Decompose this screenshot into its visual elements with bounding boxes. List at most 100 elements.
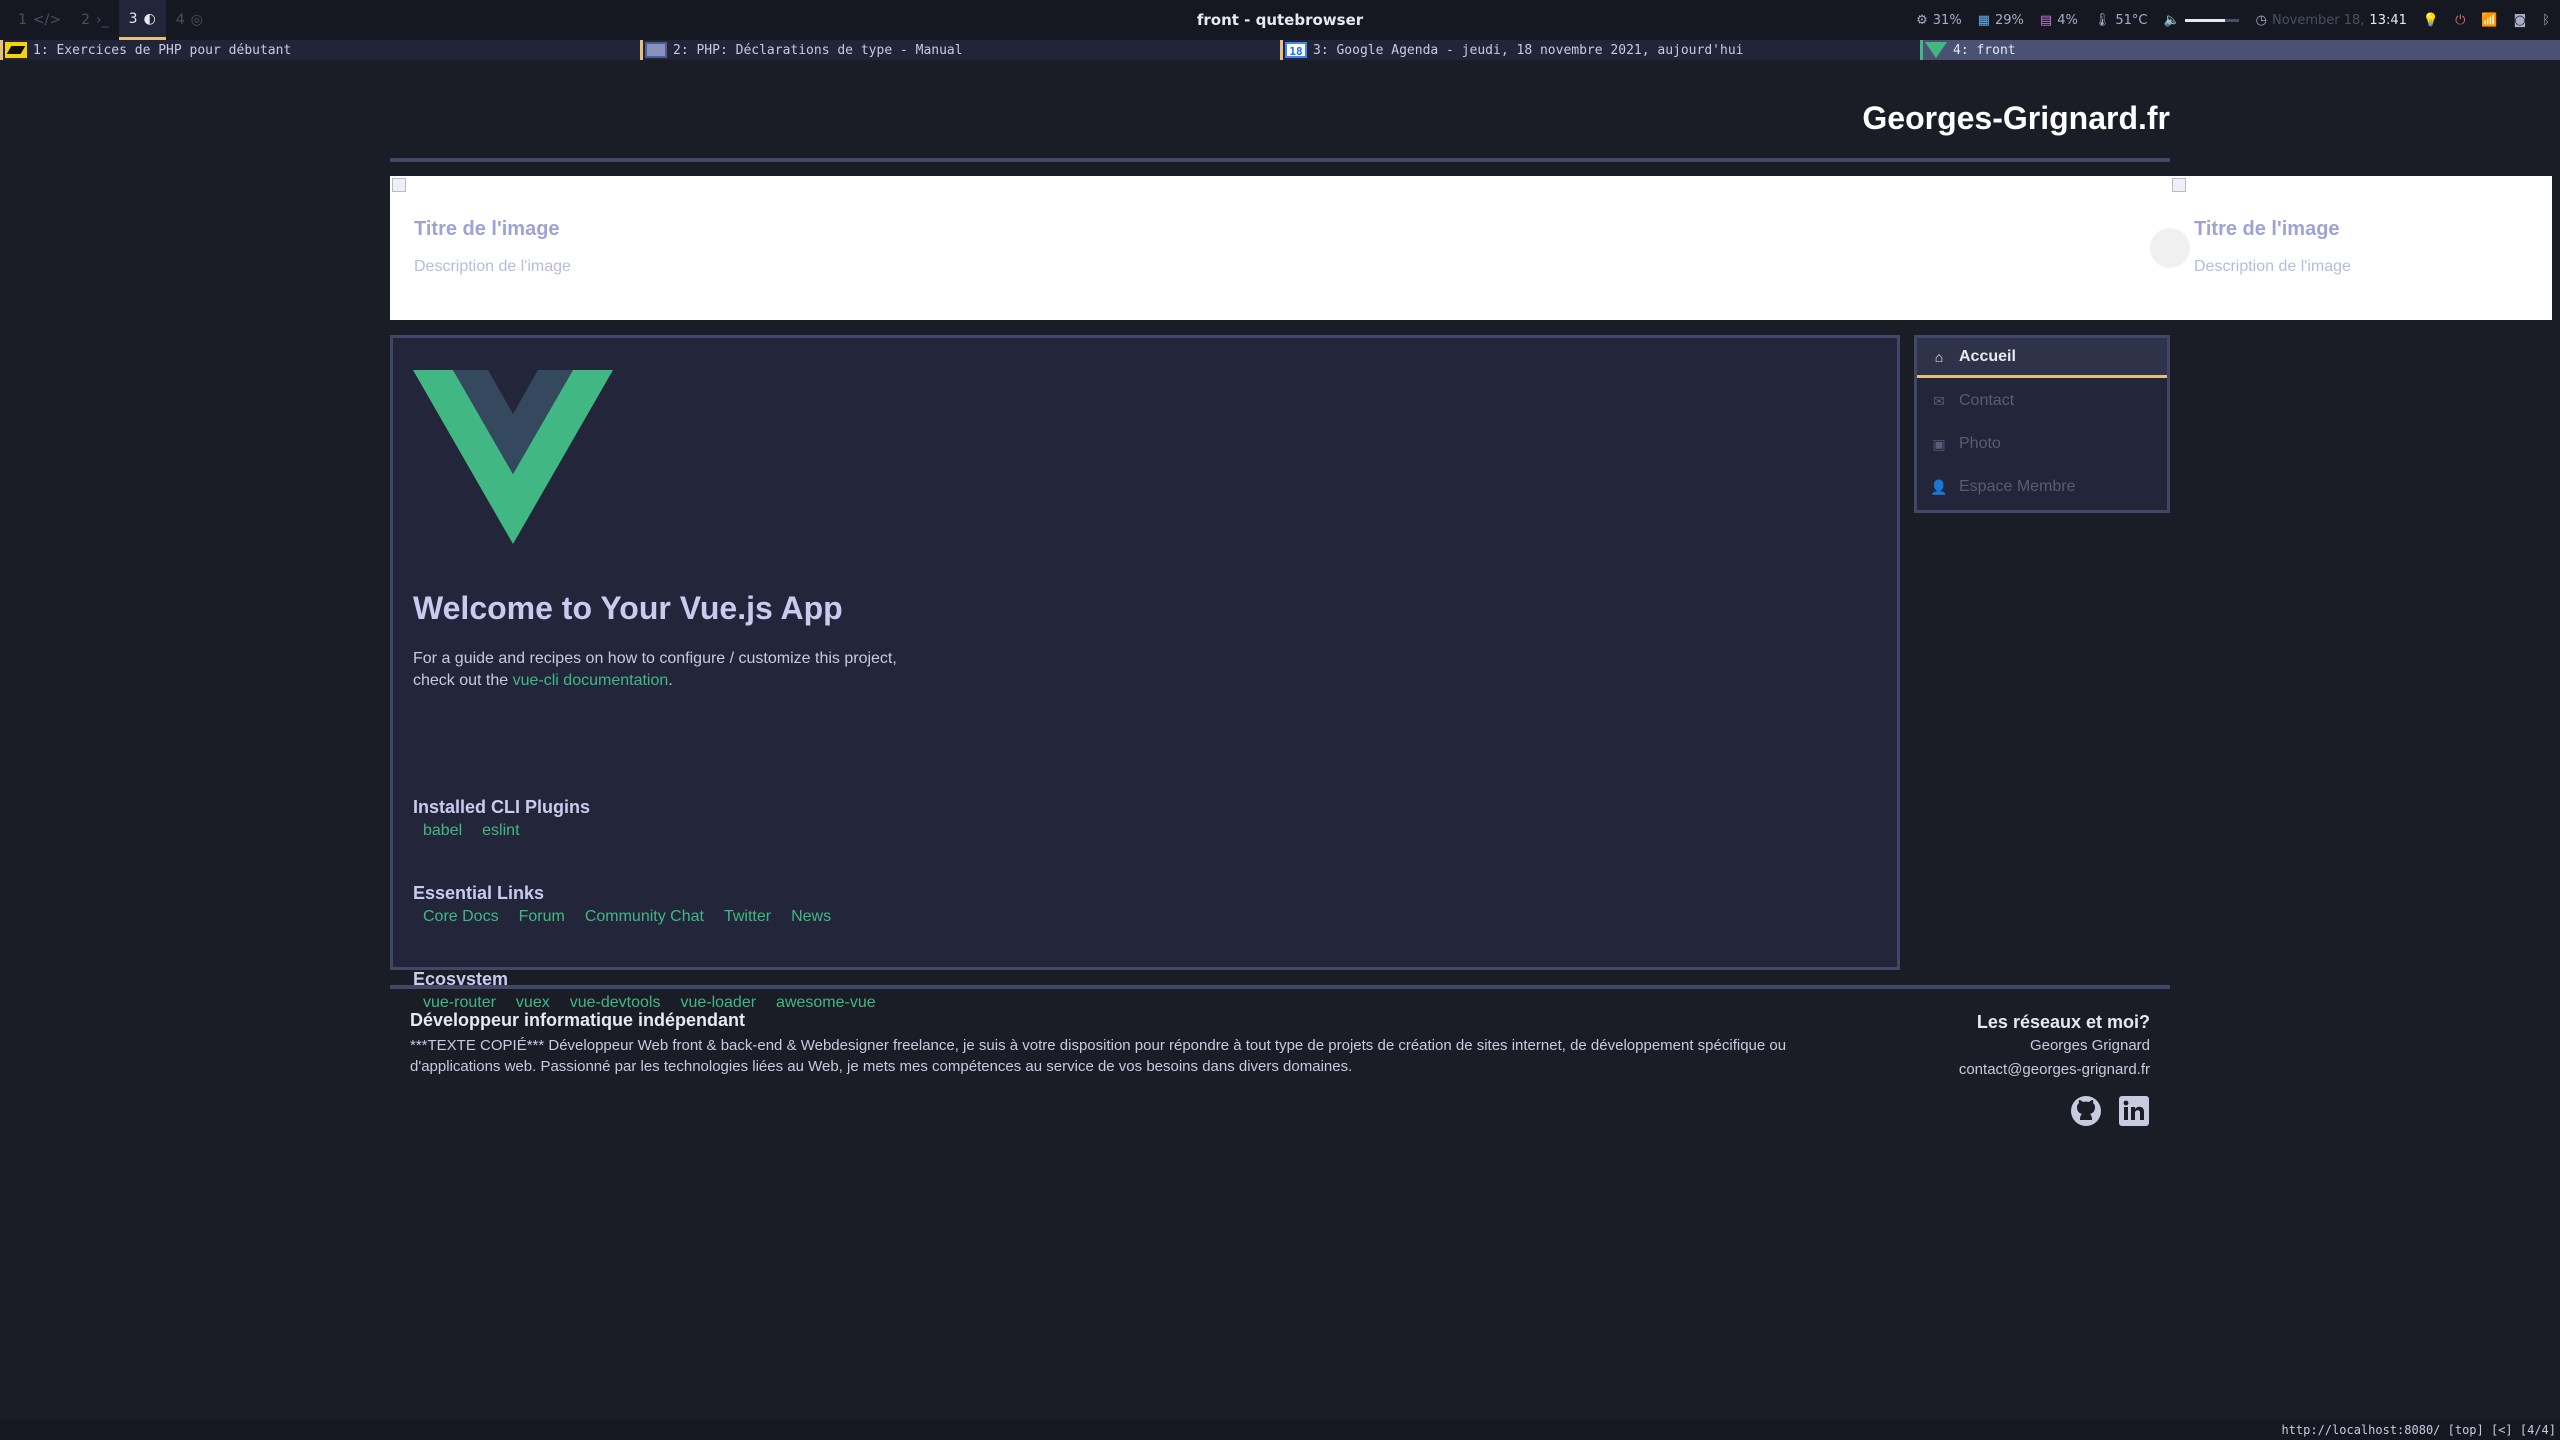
nav-item-accueil[interactable]: ⌂ Accueil <box>1917 338 2167 378</box>
nav-item-label: Accueil <box>1959 347 2016 365</box>
activity-icon[interactable]: 📶 <box>2481 13 2497 28</box>
workspace-2[interactable]: 2 ›_ <box>71 0 119 40</box>
tab-title: 3: Google Agenda - jeudi, 18 novembre 20… <box>1313 42 1744 58</box>
footer-name: Georges Grignard <box>2029 1037 2150 1054</box>
essential-links-list: Core Docs Forum Community Chat Twitter N… <box>423 908 831 926</box>
plugins-heading: Installed CLI Plugins <box>413 797 591 817</box>
footer-divider <box>390 985 2170 989</box>
power-icon[interactable]: ⏻ <box>2455 13 2465 28</box>
disk-icon: ▤ <box>2039 12 2053 28</box>
tab-title: 4: front <box>1953 42 2016 58</box>
broken-image-icon <box>2172 178 2186 192</box>
nav-item-contact[interactable]: ✉ Contact <box>1917 381 2167 421</box>
disk-value: 4% <box>2057 12 2078 28</box>
vue-logo-icon <box>413 370 613 544</box>
vue-cli-docs-link[interactable]: vue-cli documentation <box>513 672 669 689</box>
github-icon[interactable] <box>2070 1095 2102 1127</box>
twitter-link[interactable]: Twitter <box>724 908 771 926</box>
footer-about-title: Développeur informatique indépendant <box>410 1010 746 1030</box>
clock: ◷ November 18, 13:41 <box>2256 13 2407 28</box>
calendar-favicon-icon: 18 <box>1285 42 1307 58</box>
carousel-next-button[interactable] <box>2150 228 2190 268</box>
forum-link[interactable]: Forum <box>519 908 565 926</box>
workspace-number: 2 <box>81 12 91 28</box>
social-links <box>2070 1095 2150 1127</box>
news-link[interactable]: News <box>791 908 831 926</box>
cpu-status: ⚙ 31% <box>1916 13 1962 28</box>
broken-image-icon <box>392 178 406 192</box>
footer-email[interactable]: contact@georges-grignard.fr <box>1959 1058 2150 1082</box>
volume-slider[interactable] <box>2184 18 2239 22</box>
cpu-value: 31% <box>1932 12 1962 28</box>
browser-tab-bar: 1: Exercices de PHP pour débutant 2: PHP… <box>0 40 2560 60</box>
workspace-number: 1 <box>18 12 27 28</box>
nav-item-espace-membre[interactable]: 👤 Espace Membre <box>1917 467 2167 507</box>
carousel-slide[interactable]: Titre de l'image Description de l'image <box>390 176 2170 320</box>
volume-control[interactable]: 🔈 <box>2163 12 2239 28</box>
core-docs-link[interactable]: Core Docs <box>423 908 499 926</box>
time-text: 13:41 <box>2369 12 2407 28</box>
essential-links-heading: Essential Links <box>413 883 545 903</box>
workspace-4[interactable]: 4 ◎ <box>166 0 213 40</box>
discord-icon[interactable]: ◙ <box>2514 13 2527 28</box>
intro-text: check out the <box>413 672 513 689</box>
memory-icon: ▦ <box>1977 12 1990 28</box>
system-status-area: ⚙ 31% ▦ 29% ▤ 4% 🌡 51°C 🔈 ◷ November 18,… <box>1916 0 2550 40</box>
web-page: Georges-Grignard.fr Titre de l'image Des… <box>0 60 2560 1420</box>
browser-status-line: http://localhost:8080/ [top] [<] [4/4] <box>0 1420 2560 1440</box>
browser-tab[interactable]: 18 3: Google Agenda - jeudi, 18 novembre… <box>1280 40 1920 60</box>
ram-value: 29% <box>1994 12 2024 28</box>
carousel-slide[interactable]: Titre de l'image Description de l'image <box>2170 176 2552 320</box>
cpu-icon: ⚙ <box>1916 12 1928 28</box>
system-top-bar: 1 </> 2 ›_ 3 ◐ 4 ◎ front - qutebrowser ⚙… <box>0 0 2560 40</box>
slide-title: Titre de l'image <box>2194 218 2340 240</box>
plugin-link-eslint[interactable]: eslint <box>482 822 519 840</box>
tab-title: 2: PHP: Déclarations de type - Manual <box>673 42 963 58</box>
temperature-status: 🌡 51°C <box>2094 13 2148 28</box>
php-exercise-favicon-icon <box>5 42 27 58</box>
terminal-icon: ›_ <box>96 12 109 28</box>
linkedin-icon[interactable] <box>2118 1095 2150 1127</box>
thermometer-icon: 🌡 <box>2093 12 2111 28</box>
code-icon: </> <box>32 12 62 28</box>
envelope-icon: ✉ <box>1933 392 1945 409</box>
slide-title: Titre de l'image <box>414 218 560 240</box>
nav-item-label: Photo <box>1959 435 2001 452</box>
date-text: November 18, <box>2271 12 2365 28</box>
tab-title: 1: Exercices de PHP pour débutant <box>33 42 292 58</box>
user-icon: 👤 <box>1930 478 1948 495</box>
speaker-icon: 🔈 <box>2163 12 2180 28</box>
workspace-switcher: 1 </> 2 ›_ 3 ◐ 4 ◎ <box>8 0 213 40</box>
slide-description: Description de l'image <box>2194 258 2351 275</box>
php-manual-favicon-icon <box>645 42 667 58</box>
home-icon: ⌂ <box>1934 348 1944 365</box>
browser-tab[interactable]: 2: PHP: Déclarations de type - Manual <box>640 40 1280 60</box>
lightbulb-icon[interactable]: 💡 <box>2423 13 2439 28</box>
ram-status: ▦ 29% <box>1978 13 2024 28</box>
community-chat-link[interactable]: Community Chat <box>585 908 704 926</box>
vue-favicon-icon <box>1925 42 1947 58</box>
slide-description: Description de l'image <box>414 258 571 275</box>
images-icon: ▣ <box>1932 435 1946 452</box>
side-navigation: ⌂ Accueil ✉ Contact ▣ Photo 👤 Espace Mem… <box>1914 335 2170 513</box>
site-title[interactable]: Georges-Grignard.fr <box>1862 100 2170 137</box>
nav-item-label: Contact <box>1959 392 2015 409</box>
browser-tab-active[interactable]: 4: front <box>1920 40 2560 60</box>
welcome-heading: Welcome to Your Vue.js App <box>413 590 843 626</box>
workspace-1[interactable]: 1 </> <box>8 0 71 40</box>
nav-item-photo[interactable]: ▣ Photo <box>1917 424 2167 464</box>
disk-status: ▤ 4% <box>2040 13 2078 28</box>
main-content-panel: Welcome to Your Vue.js App For a guide a… <box>390 335 1900 1011</box>
workspace-3[interactable]: 3 ◐ <box>118 0 166 40</box>
browser-tab[interactable]: 1: Exercices de PHP pour débutant <box>0 40 640 60</box>
workspace-number: 4 <box>175 12 185 28</box>
bluetooth-icon[interactable]: ᛒ <box>2542 13 2550 28</box>
clock-icon: ◷ <box>2255 12 2267 28</box>
footer-contact: Les réseaux et moi? Georges Grignard con… <box>1959 1010 2150 1082</box>
intro-text: For a guide and recipes on how to config… <box>413 650 897 667</box>
intro-text: . <box>668 672 673 689</box>
intro-paragraph: For a guide and recipes on how to config… <box>413 648 897 692</box>
workspace-number: 3 <box>128 10 138 27</box>
header-divider <box>390 158 2170 162</box>
plugin-link-babel[interactable]: babel <box>423 822 462 840</box>
